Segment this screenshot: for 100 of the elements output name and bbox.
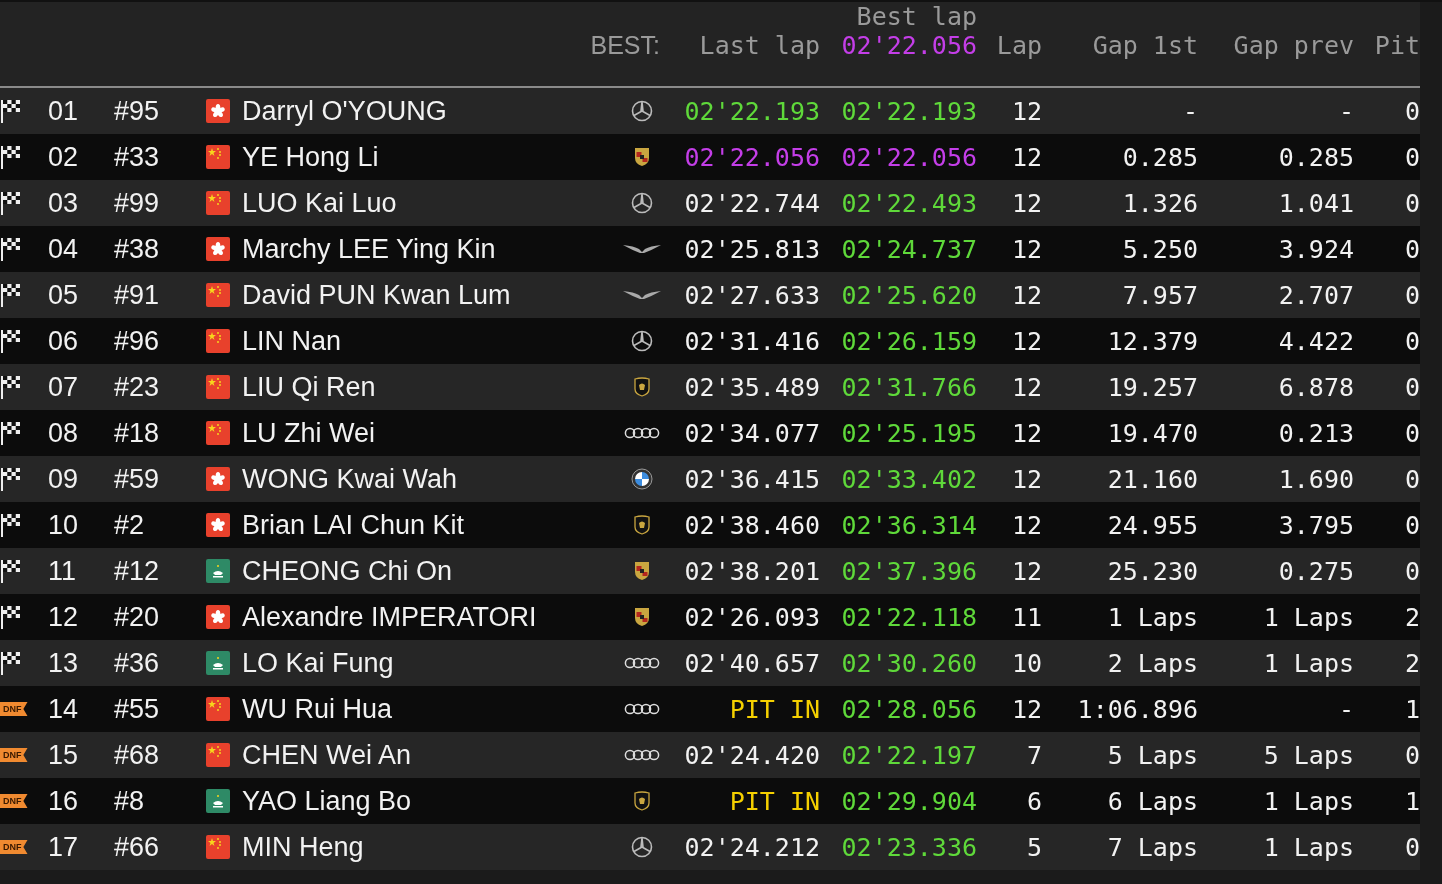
best-lap-cell-text: 02'23.336 — [840, 832, 977, 862]
gap-first-cell-text: 24.955 — [1106, 510, 1198, 540]
four-rings-icon — [624, 657, 660, 669]
best-lap-cell-text: 02'36.314 — [840, 510, 977, 540]
pit-cell-text: 0 — [1403, 740, 1420, 770]
driver-name-cell-text: LUO Kai Luo — [241, 187, 398, 219]
gap-first-cell-text: 7.957 — [1121, 280, 1198, 310]
flag-icon — [206, 651, 230, 675]
last-lap-cell-text: 02'27.633 — [683, 280, 820, 310]
best-lap-cell-text: 02'22.056 — [840, 142, 977, 172]
lap-cell-text: 12 — [1010, 96, 1042, 126]
flag-icon — [206, 99, 230, 123]
position-cell-text: 06 — [47, 325, 80, 357]
pit-cell-text: 0 — [1403, 418, 1420, 448]
car-number-cell-text: #12 — [113, 555, 161, 587]
four-rings-icon — [624, 749, 660, 761]
driver-name-cell-text: Marchy LEE Ying Kin — [241, 233, 497, 265]
gap-first-cell-text: 1 Laps — [1106, 602, 1198, 632]
lap-cell-text: 12 — [1010, 556, 1042, 586]
flag-icon — [206, 789, 230, 813]
lap-cell-text: 5 — [1025, 832, 1042, 862]
best-lap-cell-text: 02'37.396 — [840, 556, 977, 586]
lap-cell-text: 12 — [1010, 234, 1042, 264]
checkered-flag-icon — [0, 282, 22, 308]
checkered-flag-icon — [0, 374, 22, 400]
best-lap-cell-text: 02'22.118 — [840, 602, 977, 632]
checkered-flag-icon — [0, 558, 22, 584]
lap-cell-text: 12 — [1010, 464, 1042, 494]
car-number-cell-text: #59 — [113, 463, 161, 495]
best-lap-cell-text: 02'30.260 — [840, 648, 977, 678]
last-lap-cell-text: 02'34.077 — [683, 418, 820, 448]
lap-cell-text: 12 — [1010, 372, 1042, 402]
flag-icon — [206, 145, 230, 169]
best-lap-cell-text: 02'22.193 — [840, 96, 977, 126]
crest-icon — [634, 147, 650, 167]
checkered-flag-icon — [0, 650, 22, 676]
lap-cell-text: 12 — [1010, 280, 1042, 310]
gap-first-cell-text: 12.379 — [1106, 326, 1198, 356]
status-badge: DNF — [0, 702, 28, 716]
pit-cell-text: 2 — [1403, 602, 1420, 632]
lap-cell-text: 12 — [1010, 142, 1042, 172]
car-number-cell-text: #36 — [113, 647, 161, 679]
gap-previous-cell-text: - — [1337, 96, 1354, 126]
position-cell-text: 03 — [47, 187, 80, 219]
gap-first-cell-text: 25.230 — [1106, 556, 1198, 586]
gap-first-cell-text: 5 Laps — [1106, 740, 1198, 770]
pit-cell-text: 2 — [1403, 648, 1420, 678]
lap-cell-text: 12 — [1010, 694, 1042, 724]
four-rings-icon — [624, 427, 660, 439]
gap-previous-cell-text: 3.795 — [1277, 510, 1354, 540]
gap-previous-cell-text: 1.041 — [1277, 188, 1354, 218]
flag-icon — [206, 697, 230, 721]
driver-name-cell-text: CHEN Wei An — [241, 739, 413, 771]
gap-previous-cell-text: 0.213 — [1277, 418, 1354, 448]
gap-previous-cell-text: 1.690 — [1277, 464, 1354, 494]
flag-icon — [206, 559, 230, 583]
lap-cell-text: 12 — [1010, 418, 1042, 448]
car-number-cell-text: #66 — [113, 831, 161, 863]
lap-cell-text: 10 — [1010, 648, 1042, 678]
position-cell-text: 13 — [47, 647, 80, 679]
gap-first-cell-text: 7 Laps — [1106, 832, 1198, 862]
last-lap-cell-text: 02'24.420 — [683, 740, 820, 770]
pit-cell-text: 1 — [1403, 786, 1420, 816]
pit-cell-text: 0 — [1403, 280, 1420, 310]
gap-previous-cell-text: 4.422 — [1277, 326, 1354, 356]
driver-name-cell-text: Alexandre IMPERATORI — [241, 601, 538, 633]
lap-cell-text: 12 — [1010, 326, 1042, 356]
winged-emblem-icon — [622, 289, 662, 301]
gap-first-cell-text: 19.257 — [1106, 372, 1198, 402]
lap-cell-text: 7 — [1025, 740, 1042, 770]
position-cell-text: 16 — [47, 785, 80, 817]
driver-name-cell-text: LU Zhi Wei — [241, 417, 377, 449]
pit-cell-text: 0 — [1403, 96, 1420, 126]
car-number-cell-text: #68 — [113, 739, 161, 771]
best-lap-cell-text: 02'24.737 — [840, 234, 977, 264]
gap-previous-cell-text: 1 Laps — [1262, 602, 1354, 632]
position-cell-text: 15 — [47, 739, 80, 771]
pit-cell-text: 0 — [1403, 556, 1420, 586]
flag-icon — [206, 191, 230, 215]
best-lap-cell-text: 02'25.620 — [840, 280, 977, 310]
best-lap-cell-text: 02'25.195 — [840, 418, 977, 448]
driver-name-cell-text: MIN Heng — [241, 831, 365, 863]
flag-icon — [206, 283, 230, 307]
driver-name-cell-text: Darryl O'YOUNG — [241, 95, 448, 127]
best-lap-cell-text: 02'31.766 — [840, 372, 977, 402]
lap-cell-text: 12 — [1010, 510, 1042, 540]
car-number-cell-text: #2 — [113, 509, 146, 541]
status-badge: DNF — [0, 840, 28, 854]
last-lap-cell-text: 02'26.093 — [683, 602, 820, 632]
shield-icon — [634, 791, 650, 811]
last-lap-cell-text: 02'24.212 — [683, 832, 820, 862]
status-badge: DNF — [0, 748, 28, 762]
car-number-cell-text: #95 — [113, 95, 161, 127]
gap-previous-cell-text: 6.878 — [1277, 372, 1354, 402]
gap-previous-cell-text: 0.275 — [1277, 556, 1354, 586]
checkered-flag-icon — [0, 466, 22, 492]
car-number-cell-text: #55 — [113, 693, 161, 725]
column-header: Gap prev — [1232, 31, 1354, 60]
last-lap-cell-text: 02'22.056 — [683, 142, 820, 172]
gap-first-cell-text: 0.285 — [1121, 142, 1198, 172]
